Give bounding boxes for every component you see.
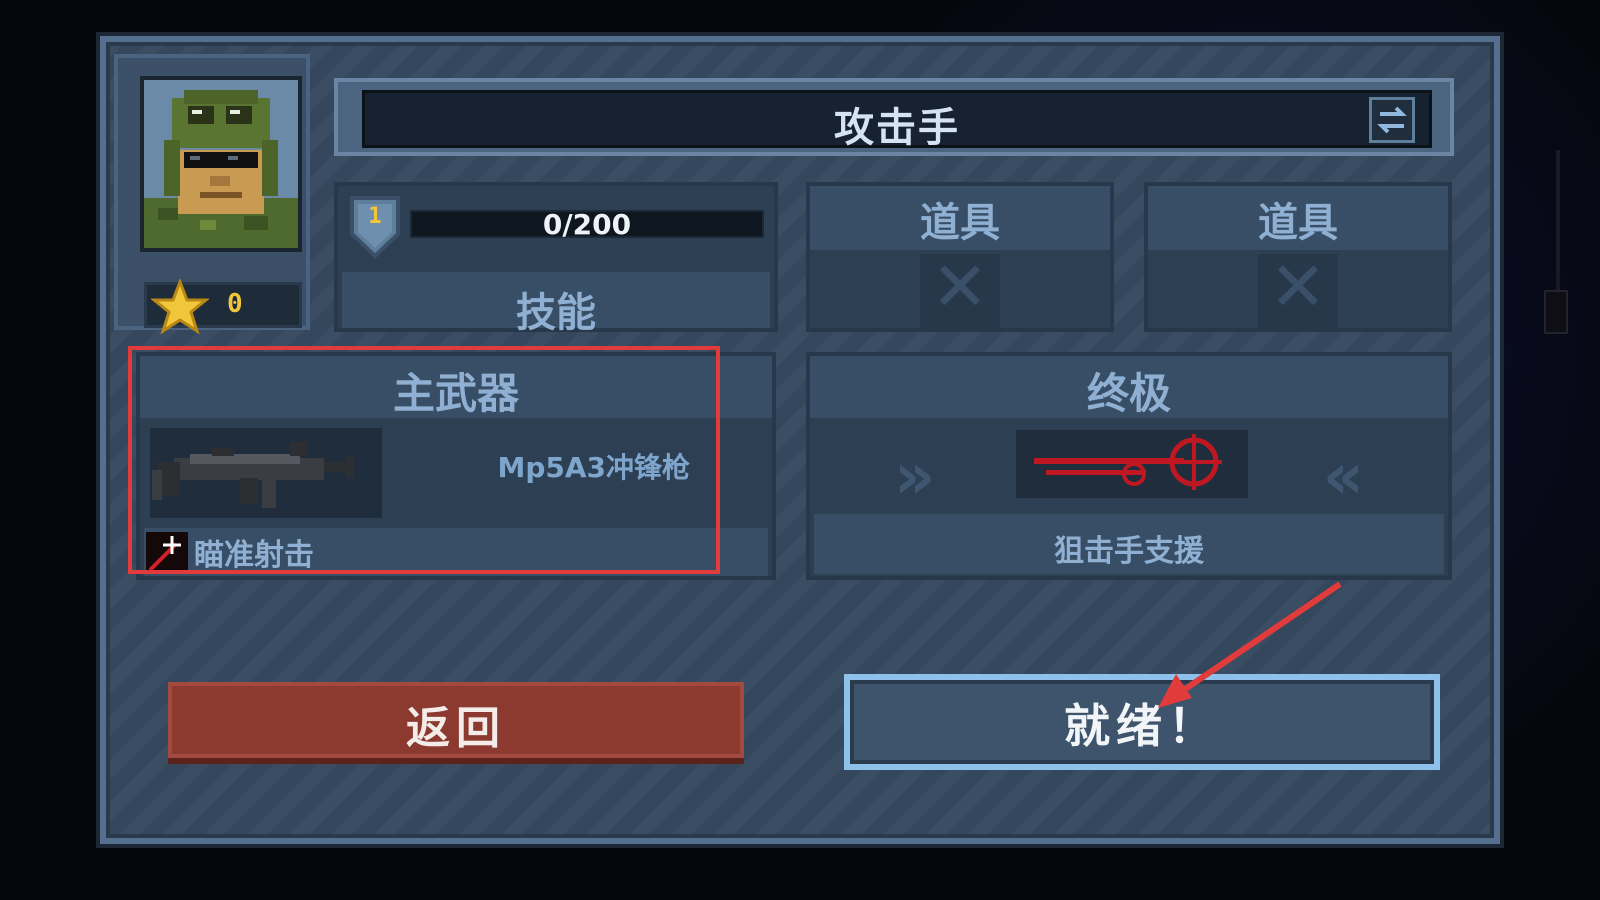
highlight-annotation: [128, 346, 720, 574]
chevron-left-icon: «: [1322, 440, 1364, 514]
back-button-label: 返回: [406, 703, 506, 754]
item-slot-1[interactable]: 道具 ✕: [806, 182, 1114, 332]
class-title-inner: 攻击手: [362, 90, 1432, 151]
ultimate-label: 终极: [1086, 369, 1171, 418]
x-mark-icon: ✕: [931, 248, 989, 327]
star-icon: [151, 279, 209, 335]
swap-arrows-icon[interactable]: [1369, 97, 1415, 143]
item-slot-1-label: 道具: [920, 200, 1000, 246]
xp-text: 0/200: [542, 208, 632, 241]
ready-button-label: 就绪！: [1064, 699, 1220, 753]
skill-slot[interactable]: 1 0/200 技能: [334, 182, 778, 336]
xp-progress-bar: 0/200: [410, 208, 764, 241]
item-slot-1-empty: ✕: [920, 248, 1000, 328]
class-name: 攻击手: [834, 105, 960, 151]
item-slot-2-empty: ✕: [1258, 248, 1338, 328]
chevron-right-icon: »: [894, 440, 936, 514]
sniper-crosshair-icon: [1016, 430, 1248, 498]
ultimate-slot[interactable]: 终极 » « 狙击手支援: [806, 352, 1452, 580]
ultimate-name: 狙击手支援: [1054, 534, 1204, 569]
back-button[interactable]: 返回: [168, 682, 744, 758]
item-slot-2-label: 道具: [1258, 200, 1338, 246]
star-counter: 0: [144, 279, 302, 335]
soldier-portrait-icon: [140, 76, 302, 252]
item-slot-2[interactable]: 道具 ✕: [1144, 182, 1452, 332]
ready-button[interactable]: 就绪！: [844, 674, 1440, 770]
class-title-bar: 攻击手: [334, 78, 1454, 156]
skill-label: 技能: [516, 290, 596, 336]
background-cable-end: [1544, 290, 1568, 334]
x-mark-icon: ✕: [1269, 248, 1327, 327]
character-portrait-box: 0: [114, 54, 310, 335]
level-number: 1: [368, 204, 382, 229]
loadout-panel: 0 攻击手 1 0/200 技能 道具 ✕ 道具 ✕ 主武器 Mp5A3冲锋枪 …: [100, 36, 1500, 844]
star-count: 0: [227, 289, 243, 319]
